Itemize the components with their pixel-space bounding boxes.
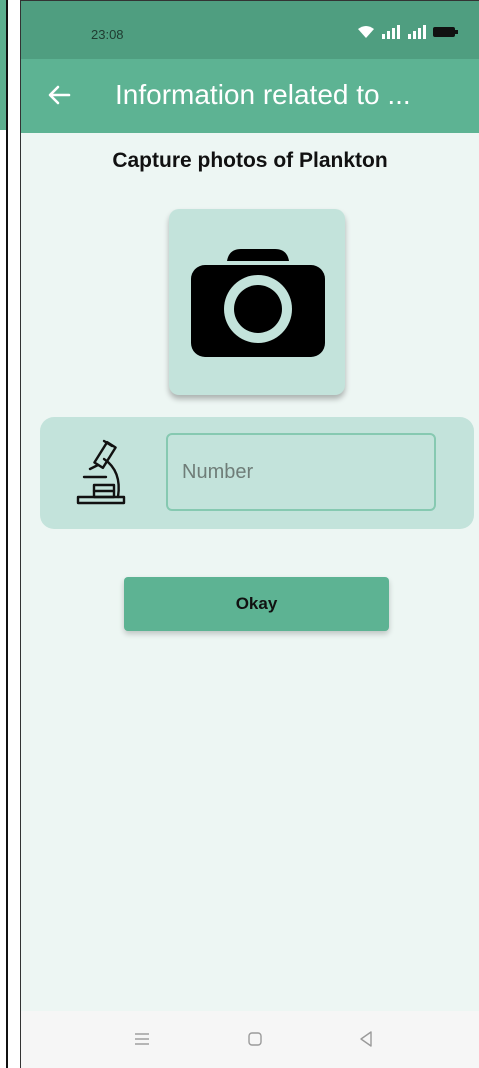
camera-icon — [191, 249, 325, 357]
signal-icon — [382, 25, 400, 39]
capture-photo-button[interactable] — [169, 209, 345, 395]
arrow-left-icon[interactable] — [45, 81, 73, 109]
plankton-count-card — [40, 417, 474, 529]
battery-icon — [433, 27, 458, 37]
status-icons — [357, 25, 459, 39]
phone-screen: 23:08 Information related to ... Capture… — [20, 0, 479, 1068]
system-nav-bar — [21, 1011, 479, 1068]
status-time: 23:08 — [91, 27, 124, 42]
section-heading: Capture photos of Plankton — [112, 149, 388, 172]
back-icon[interactable] — [358, 1030, 374, 1048]
adjacent-screen-edge — [0, 0, 8, 1068]
main-content: Capture photos of Plankton Number Okay — [21, 133, 479, 1011]
wifi-icon — [358, 26, 374, 38]
okay-button[interactable]: Okay — [124, 577, 389, 631]
microscope-icon — [76, 439, 126, 505]
number-input[interactable] — [166, 433, 436, 511]
signal-icon — [408, 25, 426, 39]
app-bar: Information related to ... — [21, 59, 479, 133]
divider — [6, 0, 8, 1068]
home-icon[interactable] — [247, 1031, 263, 1047]
status-bar: 23:08 — [21, 1, 479, 59]
page-title: Information related to ... — [115, 79, 411, 110]
menu-icon[interactable] — [134, 1031, 150, 1047]
